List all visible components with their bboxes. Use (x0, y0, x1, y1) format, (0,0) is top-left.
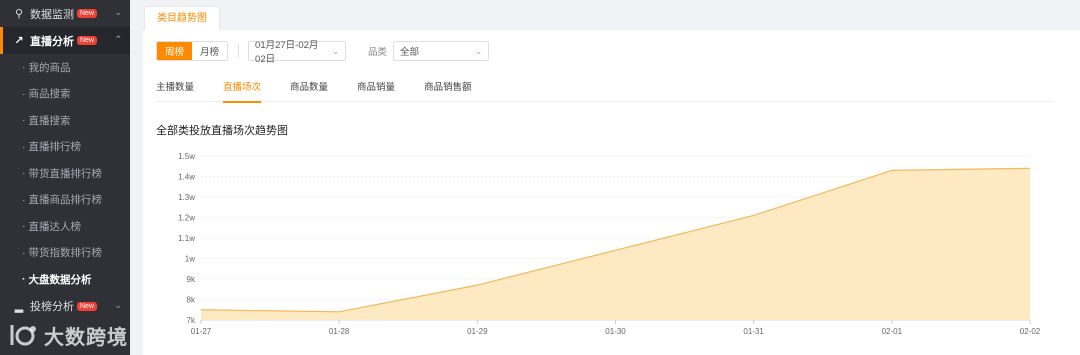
trend-chart: 7k 8k 9k 1w 1.1w 1.2w 1.3w 1.4w 1.5w 01-27 01-28 01… (178, 152, 1041, 336)
sidebar: ⚲ 数据监测 New ⌄ ↗ 直播分析 New ⌃ 我的商品 商品搜索 直播搜索… (0, 0, 130, 355)
sidebar-group-label: 数据监测 (30, 8, 74, 21)
watermark-logo-icon (10, 325, 36, 346)
sidebar-item-influencer-ranking[interactable]: 直播达人榜 (0, 213, 130, 240)
x-tick-label: 01-30 (605, 327, 626, 336)
sidebar-item-live-product-ranking[interactable]: 直播商品排行榜 (0, 187, 130, 214)
new-badge: New (77, 36, 98, 45)
sidebar-group-label: 投榜分析 (30, 301, 74, 313)
y-tick-label: 1.3w (178, 193, 195, 202)
series-area (201, 168, 1030, 320)
sidebar-item-my-products[interactable]: 我的商品 (0, 54, 130, 81)
x-tick-label: 01-27 (191, 327, 212, 336)
x-tick-label: 01-31 (743, 327, 764, 336)
x-tick-label: 01-28 (329, 327, 350, 336)
y-tick-label: 1.5w (178, 152, 195, 161)
content-panel: 周榜 月榜 01月27日-02月02日 ⌄ 品类 全部 ⌄ 主播数量 直播场次 … (143, 30, 1080, 355)
watermark-text: 大数跨境 (44, 326, 128, 349)
new-badge: New (77, 301, 98, 311)
sidebar-group-data-monitor[interactable]: ⚲ 数据监测 New ⌄ (0, 0, 130, 27)
sidebar-item-market-analysis[interactable]: 大盘数据分析 (0, 266, 130, 293)
page-tab-bar: 类目趋势图 (130, 0, 1080, 30)
chevron-up-icon: ⌃ (114, 34, 122, 44)
search-icon: ⚲ (14, 8, 24, 20)
y-tick-label: 1.4w (178, 173, 195, 182)
sidebar-group-label: 直播分析 (30, 35, 74, 48)
x-tick-label: 02-01 (882, 327, 903, 336)
trend-icon: ↗ (14, 35, 24, 47)
x-tick-label: 01-29 (467, 327, 488, 336)
sidebar-group-ranking-analysis[interactable]: ▂ 投榜分析 New ⌄ (0, 293, 130, 320)
main-content: 类目趋势图 周榜 月榜 01月27日-02月02日 ⌄ 品类 全部 ⌄ 主播数量… (130, 0, 1080, 355)
bar-chart-icon: ▂ (14, 300, 24, 313)
sidebar-item-product-search[interactable]: 商品搜索 (0, 81, 130, 108)
y-tick-label: 9k (187, 275, 196, 284)
sidebar-item-sales-live-ranking[interactable]: 带货直播排行榜 (0, 160, 130, 187)
y-tick-label: 8k (187, 296, 196, 305)
sidebar-group-live-analysis[interactable]: ↗ 直播分析 New ⌃ (0, 27, 130, 54)
y-tick-label: 1.2w (178, 214, 195, 223)
chevron-down-icon: ⌄ (114, 7, 122, 17)
y-tick-label: 1w (185, 255, 195, 264)
sidebar-item-live-ranking[interactable]: 直播排行榜 (0, 134, 130, 161)
sidebar-item-live-search[interactable]: 直播搜索 (0, 107, 130, 134)
chevron-down-icon: ⌄ (114, 299, 122, 310)
y-tick-label: 1.1w (178, 234, 195, 243)
sidebar-item-sales-index-ranking[interactable]: 带货指数排行榜 (0, 240, 130, 267)
x-tick-label: 02-02 (1020, 327, 1041, 336)
y-tick-label: 7k (187, 316, 196, 325)
new-badge: New (77, 9, 98, 18)
tab-category-trend[interactable]: 类目趋势图 (144, 6, 220, 30)
watermark: 大数跨境 (8, 320, 128, 350)
